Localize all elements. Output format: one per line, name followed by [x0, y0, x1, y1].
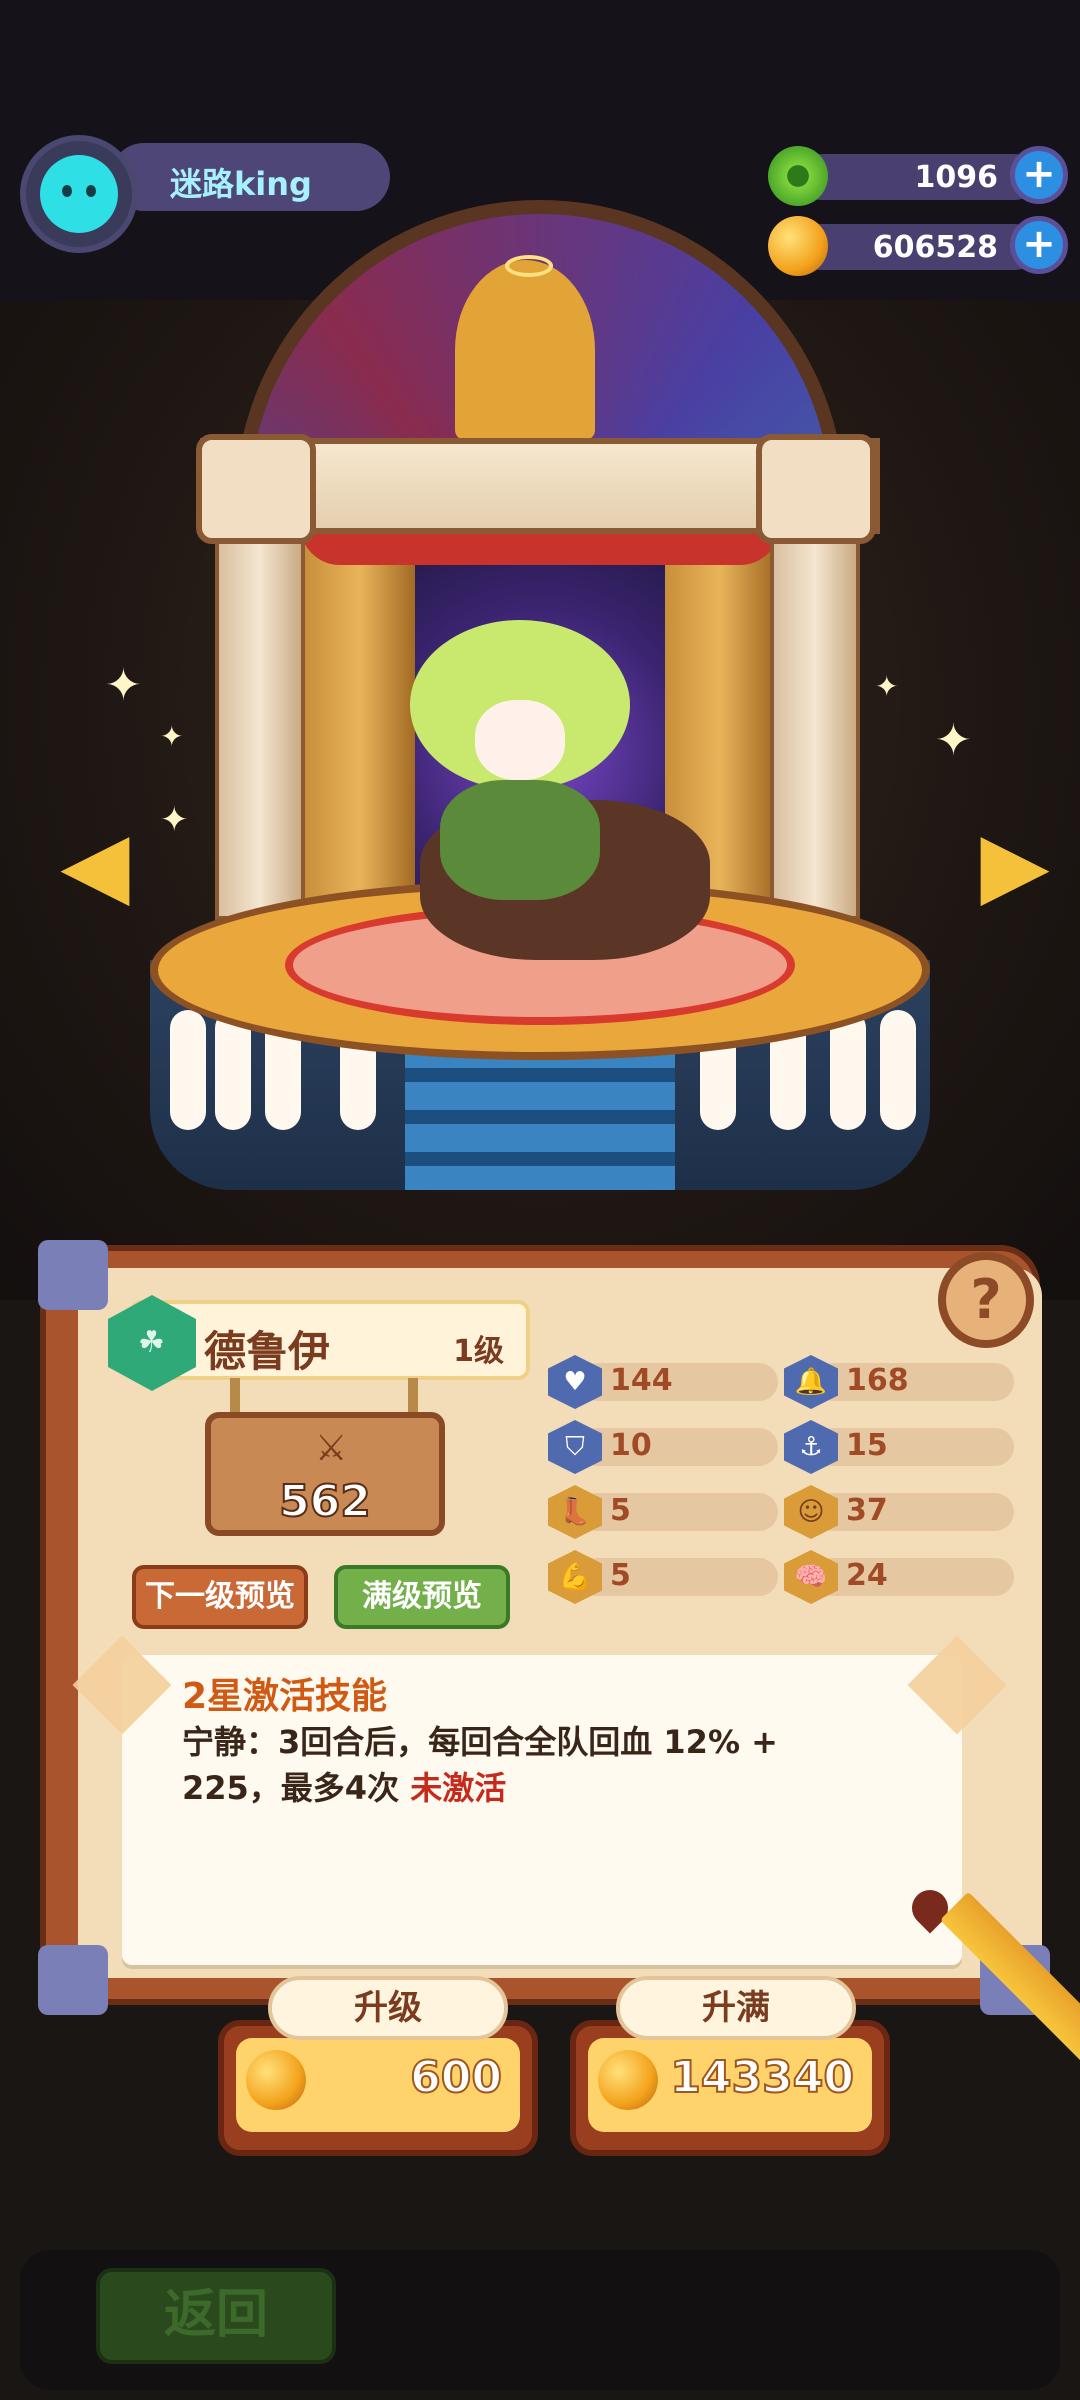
prev-hero-arrow-icon[interactable]: ◀ — [60, 820, 130, 910]
gem-count: 1096 — [914, 160, 999, 195]
stat-value: 37 — [846, 1493, 888, 1528]
max-level-preview-button[interactable]: 满级预览 — [334, 1565, 510, 1629]
stat-hp: ♥ 144 — [548, 1355, 778, 1409]
baluster — [880, 1010, 916, 1130]
help-button[interactable]: ? — [938, 1252, 1034, 1348]
stat-value: 15 — [846, 1428, 888, 1463]
sword-icon: ⚔ — [315, 1428, 348, 1469]
stat-anchor: ⚓ 15 — [784, 1420, 1014, 1474]
next-hero-arrow-icon[interactable]: ▶ — [980, 820, 1050, 910]
upgrade-label[interactable]: 升级 — [268, 1976, 508, 2040]
gold-planet-coin-icon — [768, 216, 828, 276]
right-pillar-cap — [756, 434, 876, 544]
sparkle-icon: ✦ — [160, 720, 184, 753]
golden-statue — [455, 260, 595, 440]
upgrade-button[interactable]: 600 — [218, 2020, 538, 2156]
sparkle-icon: ✦ — [105, 660, 142, 711]
stat-intellect: 🧠 24 — [784, 1550, 1014, 1604]
stat-value: 24 — [846, 1558, 888, 1593]
stat-value: 168 — [846, 1363, 909, 1398]
hero-name: 德鲁伊 — [204, 1327, 331, 1376]
cat-avatar-icon — [40, 155, 118, 233]
stat-strength: 💪 5 — [548, 1550, 778, 1604]
upgrade-max-button[interactable]: 143340 — [570, 2020, 890, 2156]
sparkle-icon: ✦ — [935, 715, 972, 766]
upgrade-cost: 600 — [409, 2051, 503, 2104]
stat-value: 144 — [610, 1363, 673, 1398]
skill-status: 未激活 — [410, 1769, 507, 1807]
stat-value: 5 — [610, 1493, 631, 1528]
hero-level: 1级 — [453, 1334, 504, 1369]
stat-speed: 👢 5 — [548, 1485, 778, 1539]
next-level-preview-button[interactable]: 下一级预览 — [132, 1565, 308, 1629]
skill-card: 2星激活技能 宁静：3回合后，每回合全队回血 12% + 225，最多4次 未激… — [72, 1635, 1007, 1965]
stat-defense: ⛉ 10 — [548, 1420, 778, 1474]
left-pillar — [215, 540, 305, 920]
add-coin-button[interactable]: + — [1010, 216, 1068, 274]
stat-bell: 🔔 168 — [784, 1355, 1014, 1409]
username-pill: 迷路king — [110, 143, 390, 211]
halo-icon — [505, 255, 553, 277]
stage-stairs — [405, 1040, 675, 1190]
stat-mood: ☺ 37 — [784, 1485, 1014, 1539]
green-gem-icon — [768, 146, 828, 206]
gold-planet-coin-icon — [598, 2050, 658, 2110]
add-gem-button[interactable]: + — [1010, 146, 1068, 204]
sparkle-icon: ✦ — [160, 800, 189, 840]
upgrade-max-label[interactable]: 升满 — [616, 1976, 856, 2040]
left-pillar-cap — [196, 434, 316, 544]
stat-value: 5 — [610, 1558, 631, 1593]
hero-power: 562 — [278, 1475, 372, 1528]
right-pillar — [770, 540, 860, 920]
skill-title: 2星激活技能 — [182, 1676, 388, 1717]
power-sign: ⚔ 562 — [205, 1412, 445, 1536]
gem-currency: 1096 + — [768, 146, 1068, 206]
sparkle-icon: ✦ — [875, 670, 899, 703]
gold-planet-coin-icon — [246, 2050, 306, 2110]
back-button[interactable]: 返回 — [96, 2268, 336, 2364]
panel-corner — [38, 1945, 108, 2015]
panel-corner — [38, 1240, 108, 1310]
skill-description: 宁静：3回合后，每回合全队回血 12% + 225，最多4次 未激活 — [182, 1719, 802, 1811]
coin-currency: 606528 + — [768, 216, 1068, 276]
left-curtain — [305, 520, 415, 940]
username: 迷路king — [170, 165, 312, 203]
avatar-frame[interactable] — [20, 135, 138, 253]
hero-character — [400, 620, 640, 940]
upgrade-max-cost: 143340 — [669, 2051, 855, 2104]
baluster — [170, 1010, 206, 1130]
stat-value: 10 — [610, 1428, 652, 1463]
coin-count: 606528 — [872, 230, 998, 265]
